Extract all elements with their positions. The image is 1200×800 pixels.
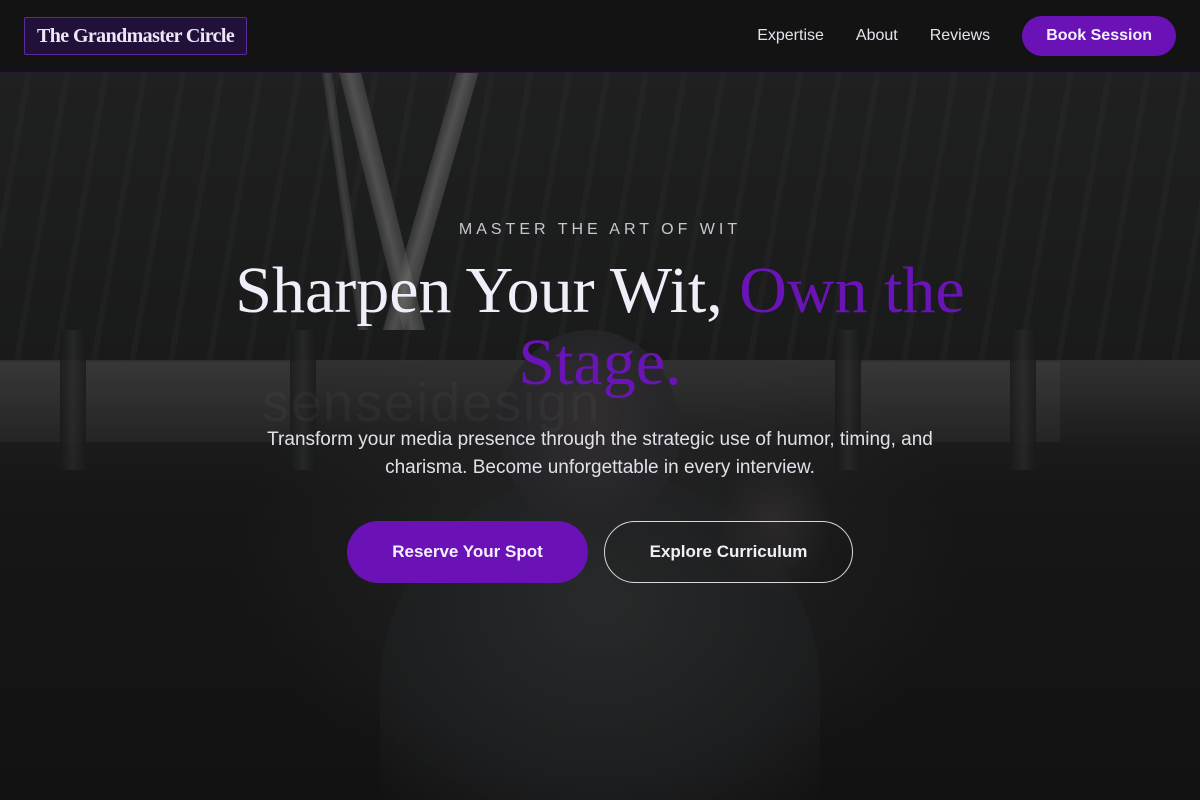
- explore-curriculum-button[interactable]: Explore Curriculum: [604, 521, 853, 583]
- hero-eyebrow: MASTER THE ART OF WIT: [458, 221, 742, 238]
- hero-subtitle: Transform your media presence through th…: [267, 429, 933, 478]
- nav-link-about[interactable]: About: [856, 27, 898, 45]
- book-session-button[interactable]: Book Session: [1022, 16, 1176, 56]
- hero-section: MASTER THE ART OF WIT Sharpen Your Wit, …: [0, 73, 1200, 800]
- main-nav: Expertise About Reviews Book Session: [757, 16, 1176, 56]
- nav-link-expertise[interactable]: Expertise: [757, 27, 824, 45]
- reserve-spot-button[interactable]: Reserve Your Spot: [347, 521, 588, 583]
- nav-link-reviews[interactable]: Reviews: [930, 27, 990, 45]
- site-header: The Grandmaster Circle Expertise About R…: [0, 0, 1200, 73]
- brand-logo[interactable]: The Grandmaster Circle: [24, 17, 248, 55]
- headline-main: Sharpen Your Wit,: [235, 254, 740, 327]
- hero-headline: Sharpen Your Wit, Own the Stage.: [190, 255, 1010, 399]
